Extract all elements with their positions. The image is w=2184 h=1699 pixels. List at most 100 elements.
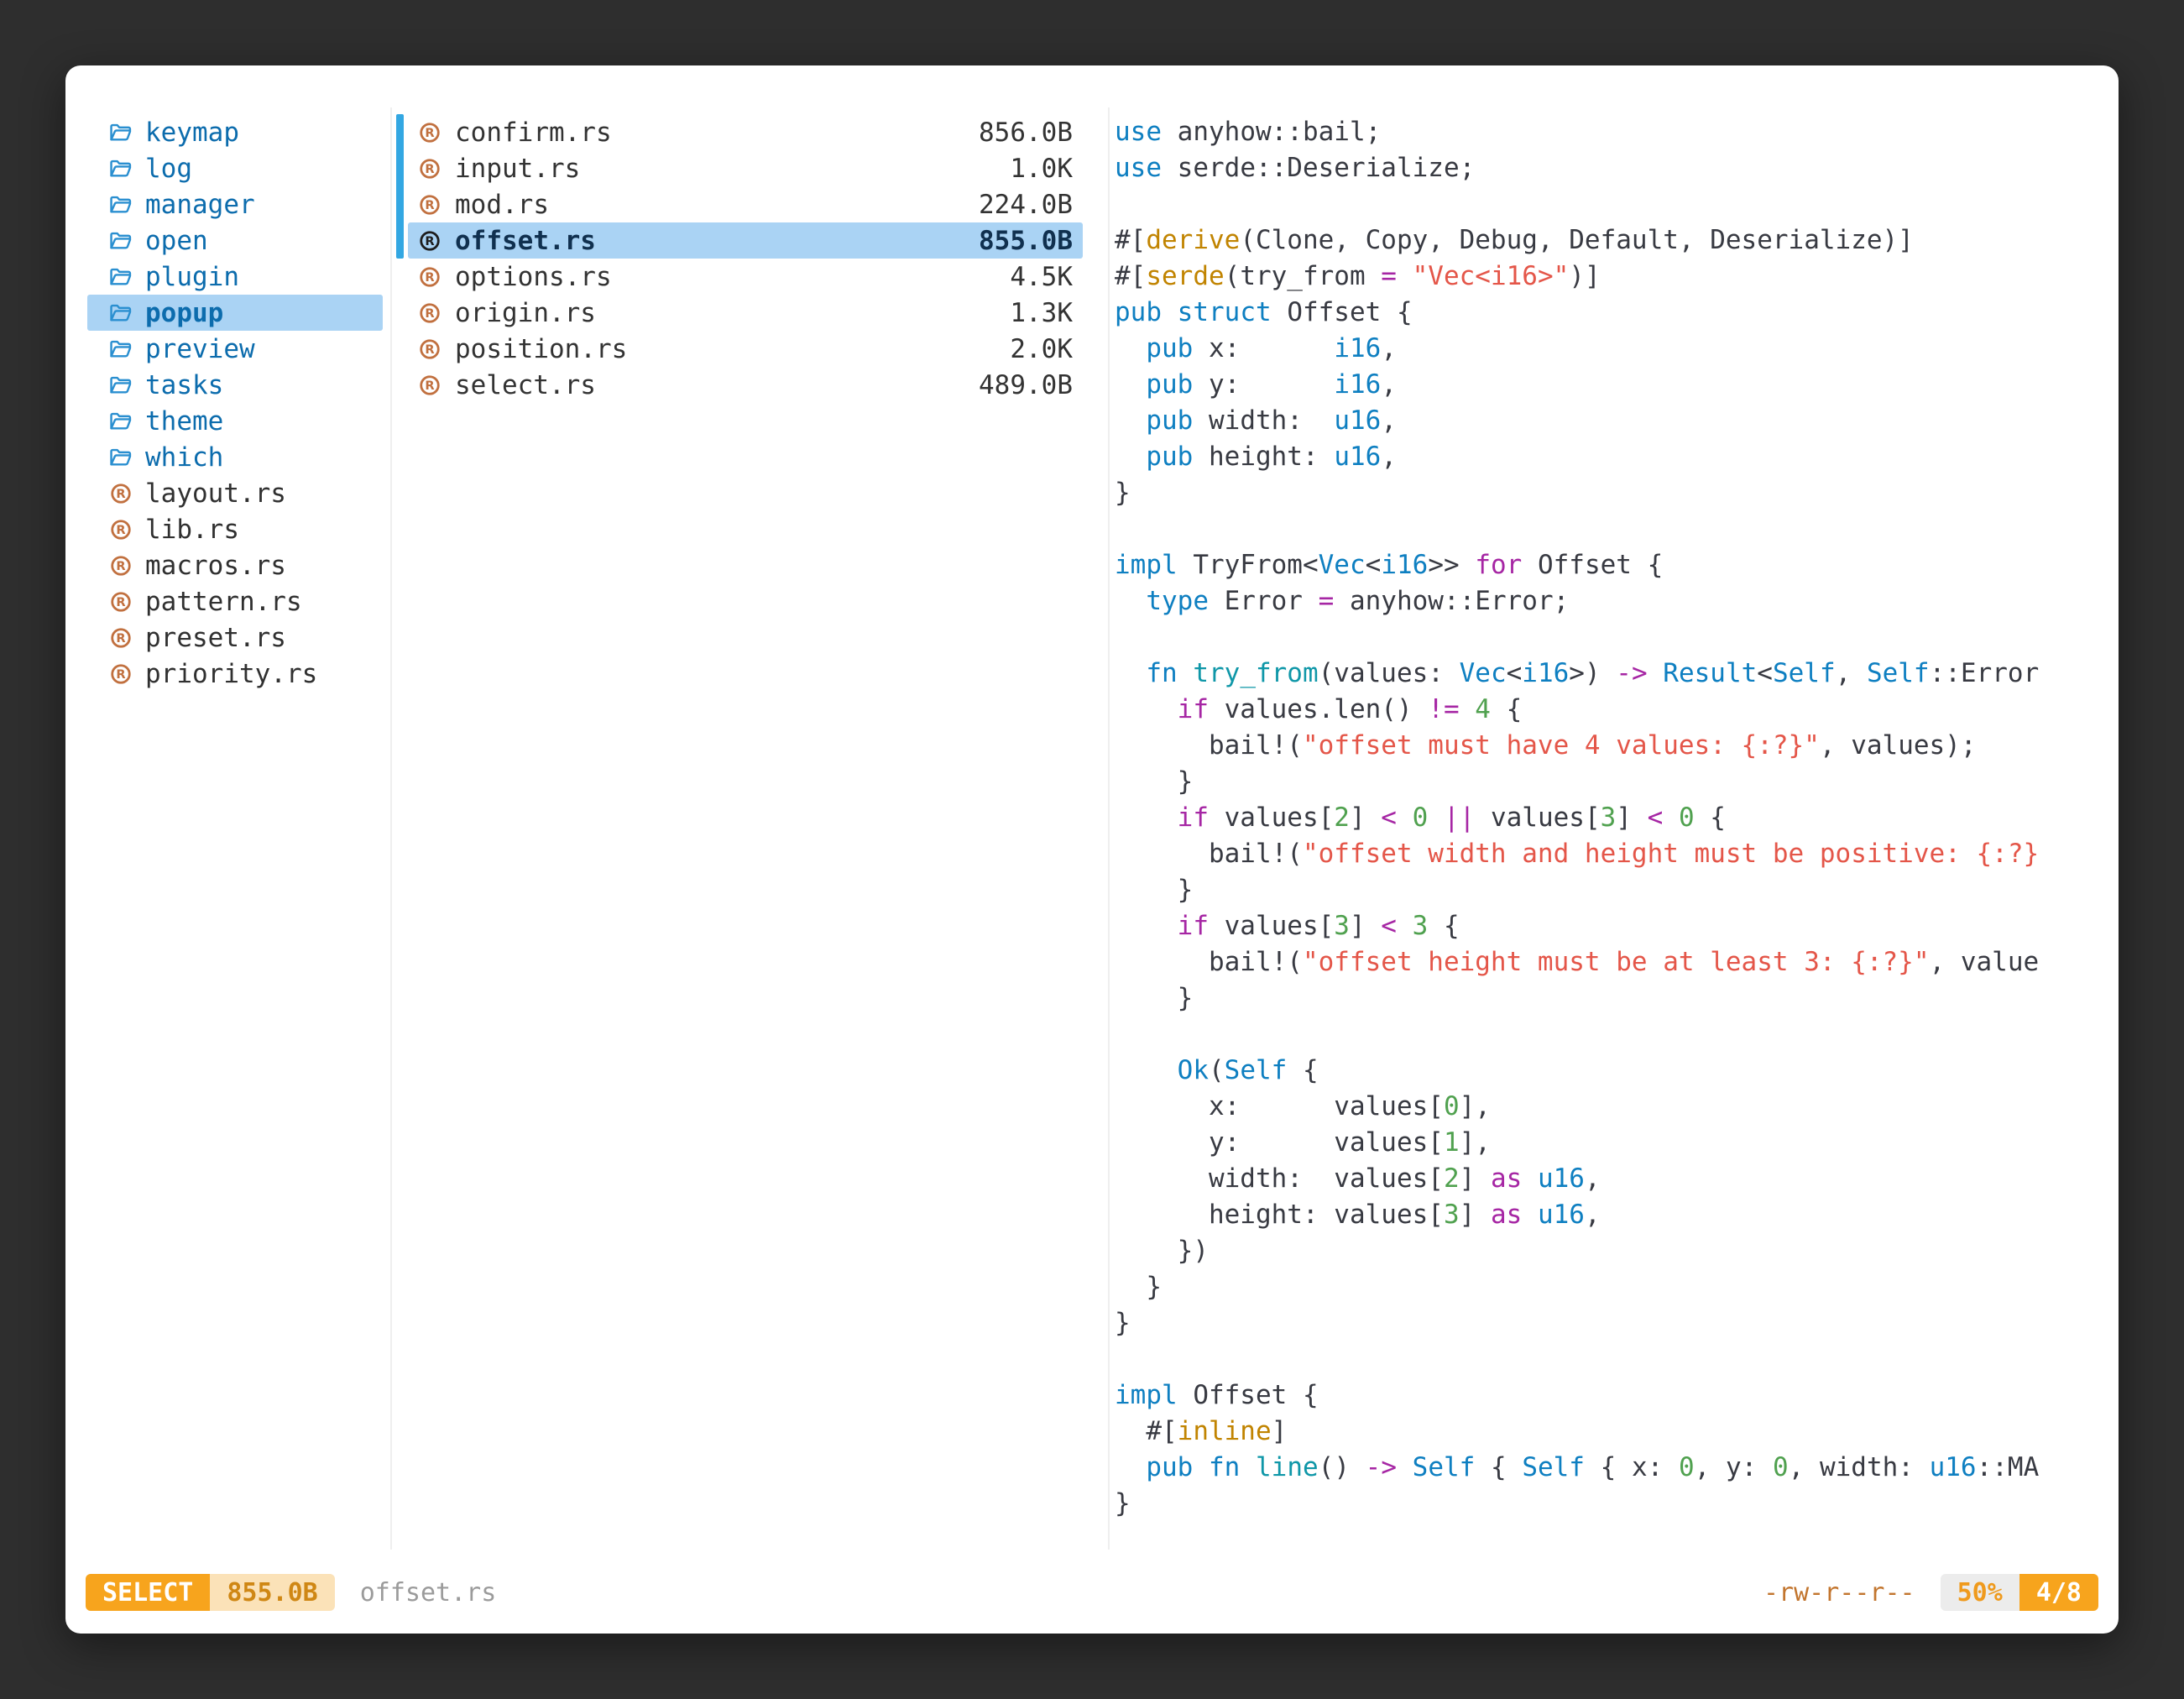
folder-open-icon <box>109 264 138 290</box>
code-line <box>1115 619 2048 656</box>
code-line <box>1115 511 2048 547</box>
svg-text:R: R <box>425 306 434 320</box>
code-line: impl Offset { <box>1115 1377 2048 1414</box>
file-row-select-rs[interactable]: Rselect.rs489.0B <box>408 367 1083 403</box>
code-line: } <box>1115 475 2048 511</box>
file-name: offset.rs <box>455 226 979 256</box>
sidebar-item-tasks[interactable]: tasks <box>87 367 383 403</box>
code-line: } <box>1115 764 2048 800</box>
code-line: } <box>1115 980 2048 1017</box>
code-line: } <box>1115 1305 2048 1341</box>
code-line: if values[2] < 0 || values[3] < 0 { <box>1115 800 2048 836</box>
rust-file-icon: R <box>418 301 447 326</box>
entry-name: keymap <box>145 118 239 148</box>
folder-open-icon <box>109 445 138 470</box>
sidebar-item-lib-rs[interactable]: Rlib.rs <box>87 511 383 547</box>
sidebar-item-log[interactable]: log <box>87 150 383 186</box>
file-row-confirm-rs[interactable]: Rconfirm.rs856.0B <box>408 114 1083 150</box>
file-name: position.rs <box>455 334 1010 364</box>
svg-text:R: R <box>116 594 125 609</box>
file-name: options.rs <box>455 262 1010 292</box>
sidebar-item-pattern-rs[interactable]: Rpattern.rs <box>87 583 383 619</box>
entry-name: theme <box>145 406 223 437</box>
file-name: input.rs <box>455 154 1010 184</box>
code-line: use anyhow::bail; <box>1115 114 2048 150</box>
svg-text:R: R <box>116 522 125 536</box>
code-line: pub width: u16, <box>1115 403 2048 439</box>
entry-name: which <box>145 442 223 473</box>
entry-name: lib.rs <box>145 515 239 545</box>
sidebar-item-priority-rs[interactable]: Rpriority.rs <box>87 656 383 692</box>
sidebar-item-popup[interactable]: popup <box>87 295 383 331</box>
svg-text:R: R <box>425 161 434 175</box>
code-line: pub x: i16, <box>1115 331 2048 367</box>
file-row-offset-rs[interactable]: Roffset.rs855.0B <box>408 222 1083 259</box>
code-line: #[serde(try_from = "Vec<i16>")] <box>1115 259 2048 295</box>
code-line: pub y: i16, <box>1115 367 2048 403</box>
entry-name: tasks <box>145 370 223 400</box>
pane-separator-left <box>390 107 392 1550</box>
code-line: fn try_from(values: Vec<i16>) -> Result<… <box>1115 656 2048 692</box>
file-name: origin.rs <box>455 298 1010 328</box>
rust-file-icon: R <box>418 373 447 398</box>
rust-file-icon: R <box>109 661 138 687</box>
entry-name: layout.rs <box>145 478 286 509</box>
file-name: confirm.rs <box>455 118 979 148</box>
rust-file-icon: R <box>418 228 447 254</box>
sidebar-item-preview[interactable]: preview <box>87 331 383 367</box>
rust-file-icon: R <box>418 192 447 217</box>
code-line: #[derive(Clone, Copy, Debug, Default, De… <box>1115 222 2048 259</box>
code-line: #[inline] <box>1115 1414 2048 1450</box>
entry-name: preset.rs <box>145 623 286 653</box>
svg-text:R: R <box>425 342 434 356</box>
parent-directory-pane: keymaplogmanageropenplugin popup preview ta… <box>87 114 383 692</box>
entry-name: priority.rs <box>145 659 317 689</box>
rust-file-icon: R <box>109 517 138 542</box>
file-permissions: -rw-r--r-- <box>1763 1578 1915 1608</box>
file-row-mod-rs[interactable]: Rmod.rs224.0B <box>408 186 1083 222</box>
code-line: pub fn line() -> Self { Self { x: 0, y: … <box>1115 1450 2048 1486</box>
code-preview: use anyhow::bail;use serde::Deserialize;… <box>1115 114 2048 1558</box>
sidebar-item-macros-rs[interactable]: Rmacros.rs <box>87 547 383 583</box>
code-line: } <box>1115 1486 2048 1522</box>
rust-file-icon: R <box>109 625 138 651</box>
sidebar-item-theme[interactable]: theme <box>87 403 383 439</box>
code-line: if values.len() != 4 { <box>1115 692 2048 728</box>
file-size: 4.5K <box>1010 262 1073 292</box>
code-line: bail!("offset height must be at least 3:… <box>1115 944 2048 980</box>
folder-open-icon <box>109 192 138 217</box>
rust-file-icon: R <box>109 481 138 506</box>
entry-name: preview <box>145 334 255 364</box>
code-line: height: values[3] as u16, <box>1115 1197 2048 1233</box>
svg-text:R: R <box>425 197 434 212</box>
svg-text:R: R <box>425 378 434 392</box>
code-line: } <box>1115 1269 2048 1305</box>
file-row-origin-rs[interactable]: Rorigin.rs1.3K <box>408 295 1083 331</box>
code-line: Ok(Self { <box>1115 1053 2048 1089</box>
file-row-options-rs[interactable]: Roptions.rs4.5K <box>408 259 1083 295</box>
file-size: 1.3K <box>1010 298 1073 328</box>
file-size-badge: 855.0B <box>210 1574 334 1611</box>
file-size: 2.0K <box>1010 334 1073 364</box>
svg-text:R: R <box>116 558 125 572</box>
folder-open-icon <box>109 120 138 145</box>
sidebar-item-layout-rs[interactable]: Rlayout.rs <box>87 475 383 511</box>
sidebar-item-manager[interactable]: manager <box>87 186 383 222</box>
code-line: y: values[1], <box>1115 1125 2048 1161</box>
entry-name: pattern.rs <box>145 587 302 617</box>
folder-open-icon <box>109 156 138 181</box>
sidebar-item-which[interactable]: which <box>87 439 383 475</box>
sidebar-item-open[interactable]: open <box>87 222 383 259</box>
file-row-input-rs[interactable]: Rinput.rs1.0K <box>408 150 1083 186</box>
sidebar-item-keymap[interactable]: keymap <box>87 114 383 150</box>
folder-open-icon <box>109 301 138 326</box>
entry-name: plugin <box>145 262 239 292</box>
sidebar-item-preset-rs[interactable]: Rpreset.rs <box>87 619 383 656</box>
entry-name: popup <box>145 298 223 328</box>
folder-open-icon <box>109 337 138 362</box>
terminal-file-manager-window: keymaplogmanageropenplugin popup preview ta… <box>65 65 2119 1634</box>
rust-file-icon: R <box>109 589 138 614</box>
file-size: 856.0B <box>979 118 1073 148</box>
sidebar-item-plugin[interactable]: plugin <box>87 259 383 295</box>
file-row-position-rs[interactable]: Rposition.rs2.0K <box>408 331 1083 367</box>
